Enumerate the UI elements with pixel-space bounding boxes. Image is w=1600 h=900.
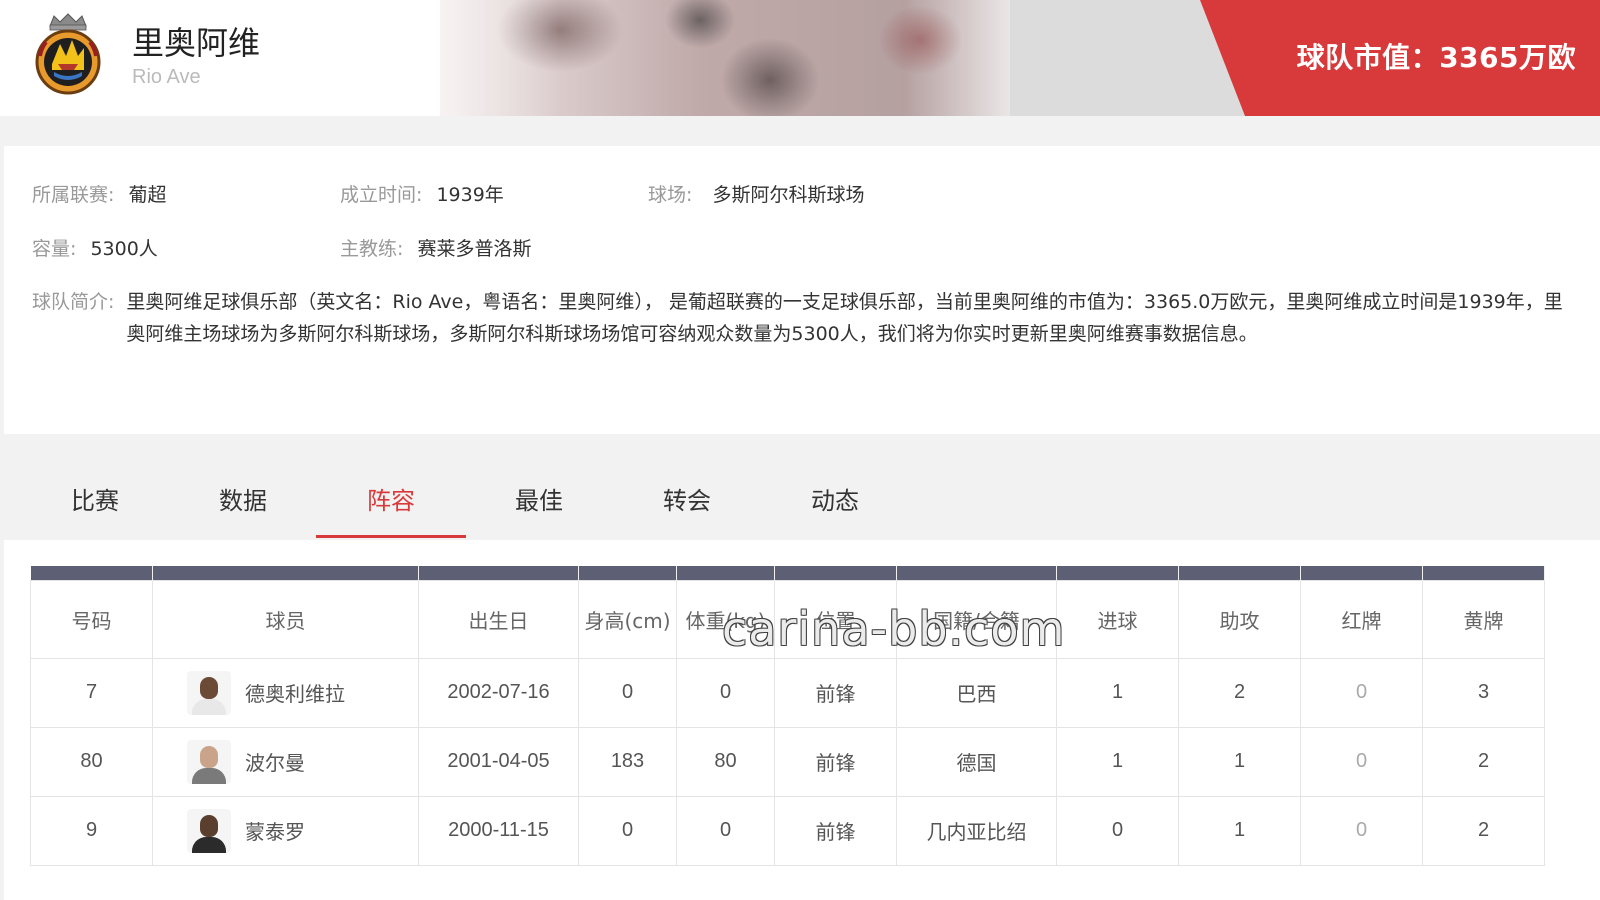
player-birth: 2001-04-05	[418, 726, 579, 797]
squad-table-panel: 号码 球员 出生日 身高(cm) 体重(kg) 位置 国籍/合籍 进球 助攻 红…	[4, 540, 1600, 900]
player-avatar	[187, 670, 231, 715]
stadium-value: 多斯阿尔科斯球场	[712, 184, 865, 206]
league-label: 所属联赛:	[32, 184, 115, 206]
player-goals: 1	[1056, 726, 1179, 797]
player-assists: 1	[1178, 726, 1301, 797]
table-header-bar	[30, 566, 1545, 580]
player-number: 9	[30, 795, 153, 866]
player-yellow-cards: 2	[1422, 726, 1545, 797]
table-row[interactable]: 9 蒙泰罗 2000-11-15 0 0 前锋 几内亚比绍 0 1 0 2	[30, 795, 1545, 866]
header-number: 号码	[30, 579, 153, 659]
club-crest-icon	[35, 13, 101, 95]
capacity-value: 5300人	[90, 238, 158, 260]
table-row[interactable]: 80 波尔曼 2001-04-05 183 80 前锋 德国 1 1 0 2	[30, 726, 1545, 797]
player-weight: 80	[676, 726, 775, 797]
player-height: 0	[578, 795, 677, 866]
stadium-label: 球场:	[648, 184, 693, 206]
player-red-cards: 0	[1300, 726, 1423, 797]
header-goals: 进球	[1056, 579, 1179, 659]
player-number: 7	[30, 657, 153, 728]
founded-value: 1939年	[436, 184, 504, 206]
coach-label: 主教练:	[340, 238, 404, 260]
header-yellow-cards: 黄牌	[1422, 579, 1545, 659]
player-avatar	[187, 808, 231, 853]
player-yellow-cards: 2	[1422, 795, 1545, 866]
team-info-card: 所属联赛: 葡超 成立时间: 1939年 球场: 多斯阿尔科斯球场 容量: 53…	[4, 146, 1600, 434]
coach-value[interactable]: 赛莱多普洛斯	[417, 238, 531, 260]
team-name-english: Rio Ave	[132, 66, 201, 88]
tab-transfers[interactable]: 转会	[612, 462, 762, 540]
team-intro: 球队简介: 里奥阿维足球俱乐部（英文名：Rio Ave，粤语名：里奥阿维）， 是…	[32, 286, 1572, 350]
player-height: 183	[578, 726, 677, 797]
team-name: 里奥阿维	[132, 24, 261, 62]
player-avatar	[187, 739, 231, 784]
team-header: 球队市值：3365万欧 里奥阿维 Rio Ave	[0, 0, 1600, 116]
tab-best[interactable]: 最佳	[464, 462, 614, 540]
tab-matches[interactable]: 比赛	[20, 462, 170, 540]
player-name[interactable]: 德奥利维拉	[245, 678, 345, 707]
capacity-label: 容量:	[32, 238, 77, 260]
player-name[interactable]: 波尔曼	[245, 747, 305, 776]
player-birth: 2000-11-15	[418, 795, 579, 866]
player-birth: 2002-07-16	[418, 657, 579, 728]
header-red-cards: 红牌	[1300, 579, 1423, 659]
player-assists: 1	[1178, 795, 1301, 866]
player-nationality: 德国	[896, 726, 1057, 797]
market-value: 球队市值：3365万欧	[1296, 41, 1576, 74]
stadium-info: 球场: 多斯阿尔科斯球场	[648, 180, 864, 207]
founded-label: 成立时间:	[340, 184, 423, 206]
intro-text: 里奥阿维足球俱乐部（英文名：Rio Ave，粤语名：里奥阿维）， 是葡超联赛的一…	[126, 291, 1563, 345]
header-birth: 出生日	[418, 579, 579, 659]
table-row[interactable]: 7 德奥利维拉 2002-07-16 0 0 前锋 巴西 1 2 0 3	[30, 657, 1545, 728]
player-goals: 0	[1056, 795, 1179, 866]
player-cell[interactable]: 蒙泰罗	[152, 795, 419, 866]
player-nationality: 巴西	[896, 657, 1057, 728]
header-assists: 助攻	[1178, 579, 1301, 659]
watermark: carina-bb.com	[722, 602, 1066, 656]
intro-label: 球队简介:	[32, 291, 115, 313]
player-cell[interactable]: 德奥利维拉	[152, 657, 419, 728]
header-height: 身高(cm)	[578, 579, 677, 659]
player-position: 前锋	[774, 726, 897, 797]
player-position: 前锋	[774, 795, 897, 866]
player-red-cards: 0	[1300, 657, 1423, 728]
player-weight: 0	[676, 657, 775, 728]
player-number: 80	[30, 726, 153, 797]
player-red-cards: 0	[1300, 795, 1423, 866]
player-weight: 0	[676, 795, 775, 866]
player-assists: 2	[1178, 657, 1301, 728]
tab-stats[interactable]: 数据	[168, 462, 318, 540]
section-tabs: 比赛 数据 阵容 最佳 转会 动态	[0, 462, 1600, 540]
market-value-banner: 球队市值：3365万欧	[1200, 0, 1600, 116]
player-goals: 1	[1056, 657, 1179, 728]
header-player: 球员	[152, 579, 419, 659]
tab-news[interactable]: 动态	[760, 462, 910, 540]
league-value[interactable]: 葡超	[128, 184, 166, 206]
player-name[interactable]: 蒙泰罗	[245, 816, 305, 845]
tab-squad[interactable]: 阵容	[316, 462, 466, 540]
player-nationality: 几内亚比绍	[896, 795, 1057, 866]
player-position: 前锋	[774, 657, 897, 728]
player-yellow-cards: 3	[1422, 657, 1545, 728]
league-info: 所属联赛: 葡超	[32, 180, 166, 207]
player-height: 0	[578, 657, 677, 728]
player-cell[interactable]: 波尔曼	[152, 726, 419, 797]
founded-info: 成立时间: 1939年	[340, 180, 504, 207]
capacity-info: 容量: 5300人	[32, 234, 158, 261]
coach-info: 主教练: 赛莱多普洛斯	[340, 234, 531, 261]
